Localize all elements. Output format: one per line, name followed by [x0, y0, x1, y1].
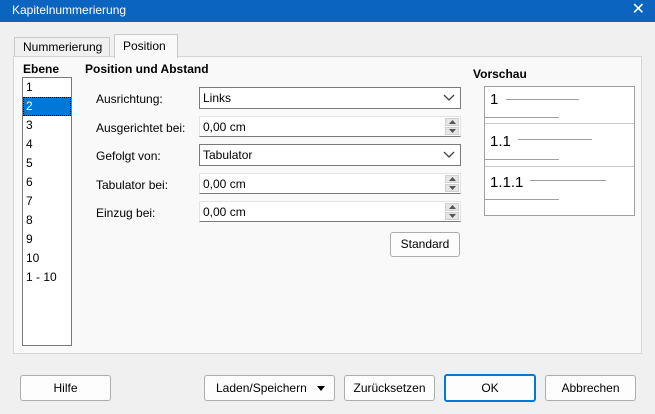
preview-divider: [485, 166, 634, 167]
spin-buttons: [445, 118, 459, 135]
preview-line: [518, 139, 592, 140]
levels-heading: Ebene: [23, 62, 60, 76]
list-item[interactable]: 6: [23, 173, 71, 192]
aligned-at-label: Ausgerichtet bei:: [96, 121, 186, 135]
list-item[interactable]: 8: [23, 211, 71, 230]
load-save-label: Laden/Speichern: [216, 381, 307, 395]
preview-level-1: 1: [490, 91, 499, 108]
list-item[interactable]: 2: [23, 97, 71, 116]
list-item[interactable]: 10: [23, 249, 71, 268]
level-list[interactable]: 1 2 3 4 5 6 7 8 9 10 1 - 10: [22, 77, 72, 346]
tab-at-value: 0,00 cm: [203, 177, 246, 191]
spin-down-button[interactable]: [445, 212, 459, 220]
title-bar: Kapitelnummerierung ✕: [0, 0, 655, 22]
dropdown-arrow-icon: [317, 376, 325, 408]
dialog-body: Nummerierung Position Ebene 1 2 3 4 5 6 …: [0, 22, 655, 414]
aligned-at-spinfield[interactable]: 0,00 cm: [199, 116, 461, 137]
preview-line: [485, 117, 559, 118]
preview-heading: Vorschau: [473, 67, 527, 81]
preview-box: 1 1.1 1.1.1: [484, 86, 635, 216]
cancel-button[interactable]: Abbrechen: [545, 375, 636, 401]
preview-line: [530, 180, 606, 181]
preview-line: [485, 199, 559, 200]
preview-divider: [485, 123, 634, 124]
list-item[interactable]: 9: [23, 230, 71, 249]
spin-up-button[interactable]: [445, 203, 459, 211]
alignment-value: Links: [203, 91, 232, 105]
close-icon[interactable]: ✕: [632, 1, 645, 19]
list-item[interactable]: 5: [23, 154, 71, 173]
ok-button[interactable]: OK: [444, 374, 536, 402]
chevron-down-icon: [441, 89, 457, 107]
spin-up-button[interactable]: [445, 118, 459, 126]
window-title: Kapitelnummerierung: [12, 3, 127, 17]
alignment-select[interactable]: Links: [199, 87, 461, 109]
list-item[interactable]: 4: [23, 135, 71, 154]
tab-at-spinfield[interactable]: 0,00 cm: [199, 173, 461, 194]
followed-by-select[interactable]: Tabulator: [199, 144, 461, 166]
indent-at-spinfield[interactable]: 0,00 cm: [199, 201, 461, 222]
list-item[interactable]: 1 - 10: [23, 268, 71, 287]
preview-line: [485, 159, 559, 160]
load-save-button[interactable]: Laden/Speichern: [204, 375, 335, 401]
help-button[interactable]: Hilfe: [20, 375, 111, 401]
spin-buttons: [445, 203, 459, 220]
aligned-at-value: 0,00 cm: [203, 120, 246, 134]
indent-at-value: 0,00 cm: [203, 205, 246, 219]
position-heading: Position und Abstand: [85, 62, 209, 76]
spin-down-button[interactable]: [445, 184, 459, 192]
followed-by-label: Gefolgt von:: [96, 149, 161, 163]
preview-level-2: 1.1: [490, 133, 511, 150]
indent-at-label: Einzug bei:: [96, 206, 156, 220]
list-item[interactable]: 7: [23, 192, 71, 211]
tab-nummerierung[interactable]: Nummerierung: [14, 37, 110, 57]
spin-buttons: [445, 175, 459, 192]
standard-button[interactable]: Standard: [390, 232, 460, 257]
position-panel: Ebene 1 2 3 4 5 6 7 8 9 10 1 - 10 Positi…: [13, 56, 642, 354]
chevron-down-icon: [441, 146, 457, 164]
tab-at-label: Tabulator bei:: [96, 178, 169, 192]
spin-down-button[interactable]: [445, 127, 459, 135]
preview-line: [506, 99, 579, 100]
reset-button[interactable]: Zurücksetzen: [344, 375, 435, 401]
spin-up-button[interactable]: [445, 175, 459, 183]
tab-position[interactable]: Position: [114, 34, 178, 58]
preview-level-3: 1.1.1: [490, 174, 524, 191]
alignment-label: Ausrichtung:: [96, 92, 163, 106]
list-item[interactable]: 3: [23, 116, 71, 135]
followed-by-value: Tabulator: [203, 148, 253, 162]
list-item[interactable]: 1: [23, 78, 71, 97]
